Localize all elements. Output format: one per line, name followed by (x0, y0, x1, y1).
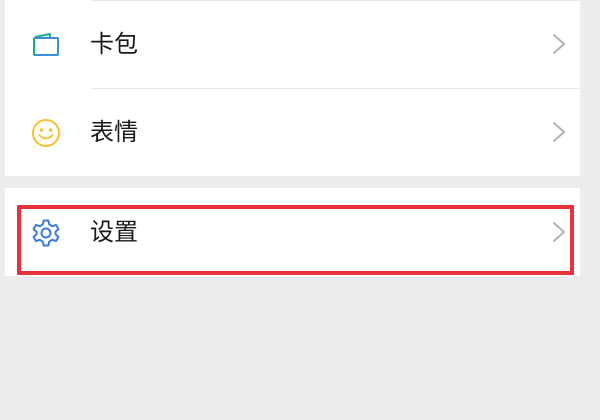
menu-item-wallet[interactable]: 卡包 (5, 0, 580, 88)
menu-item-settings[interactable]: 设置 (5, 188, 580, 276)
chevron-right-icon (553, 222, 565, 242)
smiley-icon (32, 119, 60, 147)
chevron-right-icon (553, 122, 565, 142)
menu-item-label: 表情 (90, 118, 138, 146)
gear-icon (32, 219, 60, 247)
menu-item-label: 设置 (90, 218, 138, 246)
wallet-icon (33, 33, 59, 56)
menu-item-stickers[interactable]: 表情 (5, 88, 580, 176)
menu-item-label: 卡包 (90, 30, 138, 58)
menu-group-top: 卡包 表情 (5, 0, 580, 176)
menu-group-bottom: 设置 (5, 188, 580, 276)
chevron-right-icon (553, 34, 565, 54)
